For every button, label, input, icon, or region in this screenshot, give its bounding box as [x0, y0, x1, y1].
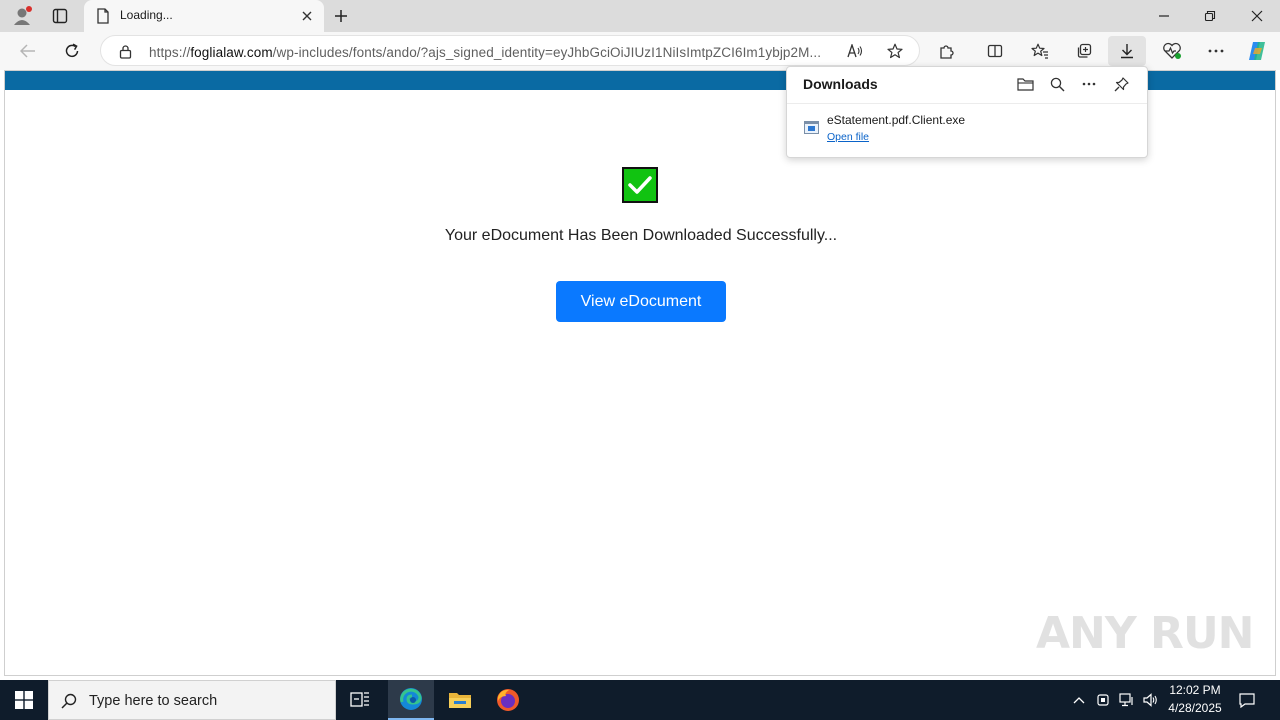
address-bar[interactable]: https://foglialaw.com/wp-includes/fonts/… [100, 35, 920, 66]
success-message: Your eDocument Has Been Downloaded Succe… [444, 227, 838, 244]
browser-essentials-button[interactable] [1159, 38, 1185, 64]
task-view-icon [350, 692, 369, 707]
heartbeat-icon [1163, 42, 1181, 59]
downloads-panel: Downloads eStatement.pdf.Client.exe Open… [786, 66, 1148, 158]
success-check-icon [622, 167, 658, 203]
firefox-icon [497, 689, 519, 711]
restore-icon [1204, 10, 1216, 22]
clock-time[interactable]: 12:02 PM [1162, 683, 1228, 697]
volume-button[interactable] [1140, 688, 1162, 712]
split-screen-icon [987, 44, 1003, 58]
show-hidden-icons-button[interactable] [1068, 688, 1090, 712]
settings-more-button[interactable] [1203, 38, 1229, 64]
downloads-button[interactable] [1108, 36, 1146, 66]
download-icon [1121, 44, 1133, 59]
url-text[interactable]: https://foglialaw.com/wp-includes/fonts/… [149, 45, 821, 60]
pin-downloads-button[interactable] [1109, 73, 1133, 95]
clock-date[interactable]: 4/28/2025 [1162, 701, 1228, 715]
downloads-divider [787, 103, 1147, 104]
back-button[interactable] [14, 38, 42, 64]
split-screen-button[interactable] [982, 38, 1008, 64]
tab-strip: Loading... [0, 0, 1280, 32]
folder-icon [1016, 78, 1034, 91]
close-icon [1251, 10, 1263, 22]
refresh-icon [65, 43, 79, 58]
puzzle-icon [940, 45, 954, 59]
search-icon [1050, 77, 1064, 91]
copilot-button[interactable] [1244, 38, 1270, 64]
lock-icon[interactable] [119, 44, 132, 59]
anyrun-watermark: ANY RUN [1036, 608, 1254, 659]
favorites-button[interactable] [1027, 38, 1053, 64]
notification-icon [1239, 692, 1255, 708]
device-icon [1097, 694, 1109, 706]
downloads-more-button[interactable] [1077, 73, 1101, 95]
read-aloud-button[interactable] [843, 40, 867, 62]
refresh-button[interactable] [58, 38, 86, 64]
profile-button[interactable] [8, 4, 36, 28]
favorites-icon [1031, 43, 1048, 59]
network-icon [1119, 693, 1133, 707]
open-downloads-folder-button[interactable] [1013, 73, 1037, 95]
restore-button[interactable] [1196, 4, 1224, 28]
web-page: Your eDocument Has Been Downloaded Succe… [4, 70, 1276, 676]
start-button[interactable] [0, 680, 48, 720]
new-tab-button[interactable] [328, 4, 354, 28]
url-host: foglialaw.com [190, 45, 273, 60]
view-edocument-button[interactable]: View eDocument [556, 281, 726, 322]
search-downloads-button[interactable] [1045, 73, 1069, 95]
copilot-icon [1249, 42, 1265, 60]
collections-button[interactable] [1071, 38, 1097, 64]
more-icon [1208, 49, 1224, 53]
notifications-button[interactable] [1234, 688, 1260, 712]
exe-file-icon [804, 121, 819, 134]
minimize-icon [1159, 15, 1169, 17]
task-view-button[interactable] [340, 680, 380, 720]
taskbar-firefox-button[interactable] [486, 680, 530, 720]
taskbar-search-placeholder: Type here to search [89, 693, 218, 709]
taskbar-file-explorer-button[interactable] [438, 680, 482, 720]
url-path: /wp-includes/fonts/ando/?ajs_signed_iden… [272, 45, 822, 60]
network-button[interactable] [1116, 688, 1138, 712]
speaker-icon [1143, 693, 1157, 707]
profile-icon [14, 6, 32, 25]
tab-title: Loading... [120, 8, 173, 22]
favorite-star-button[interactable] [883, 40, 907, 62]
file-explorer-icon [449, 693, 471, 708]
edge-icon [400, 688, 422, 710]
page-icon [97, 8, 109, 24]
extensions-button[interactable] [934, 38, 960, 64]
plus-icon [335, 10, 347, 22]
url-scheme: https:// [149, 45, 191, 60]
taskbar: Type here to search 12:02 PM 4/28/2025 [0, 680, 1280, 720]
close-tab-icon[interactable] [301, 10, 313, 22]
tray-device-button[interactable] [1092, 688, 1114, 712]
taskbar-search-box[interactable]: Type here to search [48, 680, 336, 720]
back-arrow-icon [20, 44, 35, 58]
taskbar-edge-button[interactable] [388, 680, 434, 720]
tab-actions-button[interactable] [46, 4, 74, 28]
tab-active[interactable]: Loading... [84, 0, 324, 32]
search-icon [61, 693, 77, 709]
download-filename: eStatement.pdf.Client.exe [827, 113, 966, 127]
more-icon [1082, 82, 1096, 86]
windows-logo-icon [15, 691, 33, 709]
read-aloud-icon [847, 44, 863, 58]
close-window-button[interactable] [1243, 4, 1271, 28]
star-icon [887, 43, 903, 59]
tab-actions-icon [52, 8, 68, 24]
collections-icon [1077, 43, 1092, 58]
minimize-button[interactable] [1150, 4, 1178, 28]
downloads-title: Downloads [803, 76, 878, 92]
pin-icon [1114, 76, 1129, 91]
chevron-up-icon [1073, 697, 1085, 704]
browser-toolbar: https://foglialaw.com/wp-includes/fonts/… [0, 32, 1280, 70]
open-file-link[interactable]: Open file [827, 131, 869, 143]
